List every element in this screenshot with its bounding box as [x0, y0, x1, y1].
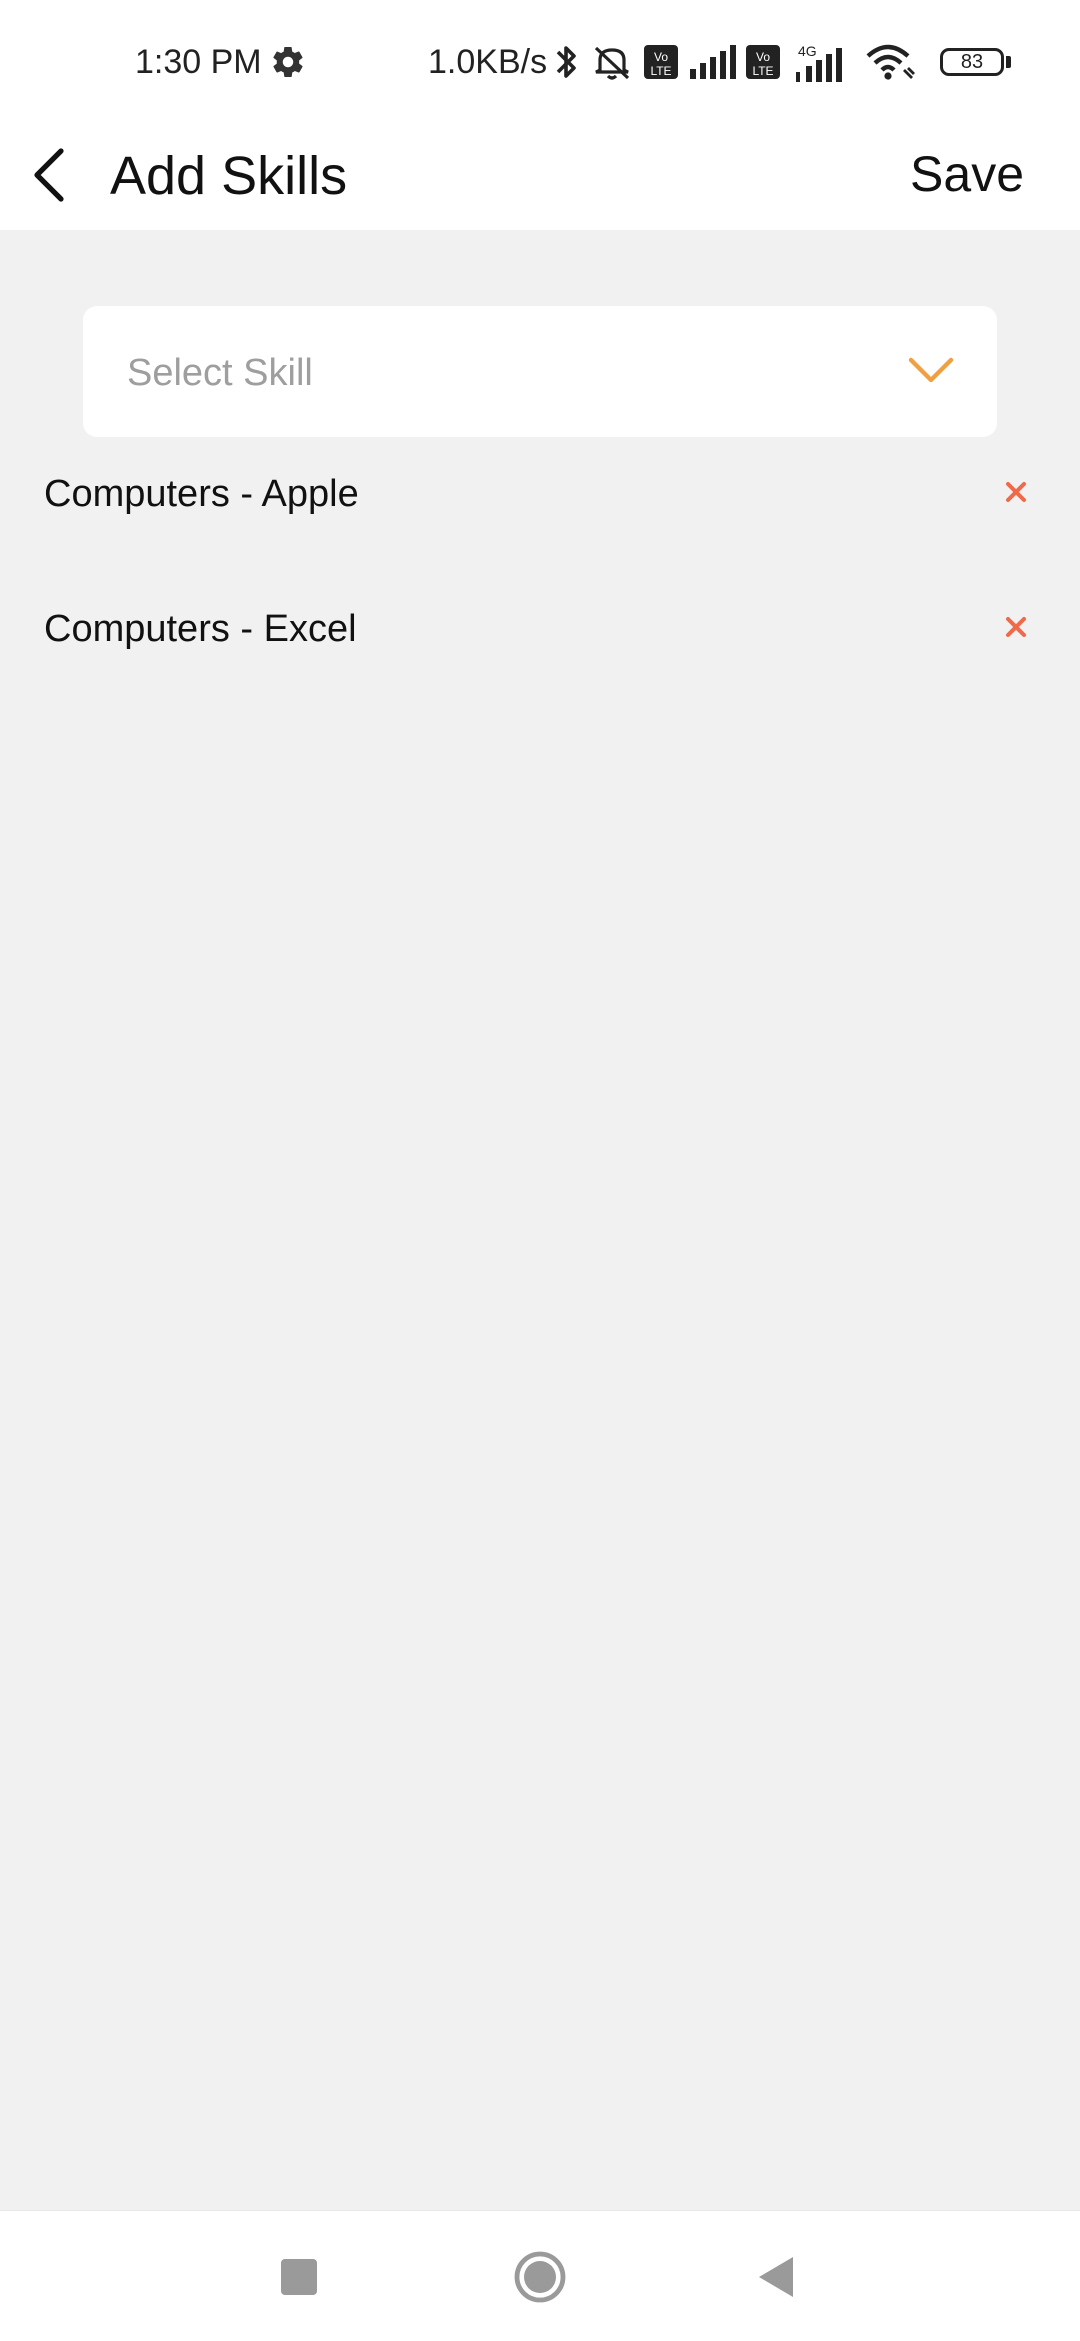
svg-text:LTE: LTE	[752, 64, 773, 78]
square-icon	[281, 2259, 317, 2295]
signal-4g-icon: 4G	[790, 42, 854, 82]
svg-text:4G: 4G	[798, 43, 817, 59]
wifi-icon	[864, 42, 916, 82]
select-skill-dropdown[interactable]: Select Skill	[83, 306, 997, 437]
home-button[interactable]	[509, 2246, 571, 2308]
triangle-back-icon	[759, 2257, 793, 2297]
skill-label: Computers - Apple	[44, 473, 359, 515]
app-header: Add Skills Save	[0, 120, 1080, 230]
network-speed: 1.0KB/s	[428, 43, 548, 81]
signal-icon	[688, 45, 736, 79]
select-skill-placeholder: Select Skill	[127, 352, 313, 394]
chevron-down-icon	[908, 357, 954, 383]
recents-button[interactable]	[268, 2246, 330, 2308]
status-time: 1:30 PM	[135, 43, 262, 81]
skill-label: Computers - Excel	[44, 608, 357, 650]
skill-item: Computers - Apple	[44, 464, 1034, 524]
chevron-left-icon	[34, 148, 64, 202]
back-button[interactable]	[14, 140, 84, 210]
battery-tip	[1006, 56, 1011, 68]
system-nav-bar	[0, 2210, 1080, 2341]
volte-icon: Vo LTE	[746, 45, 780, 79]
bluetooth-icon	[552, 42, 580, 82]
circle-icon	[514, 2251, 566, 2303]
svg-text:Vo: Vo	[654, 50, 668, 64]
remove-skill-icon[interactable]	[998, 609, 1034, 645]
svg-text:LTE: LTE	[650, 64, 671, 78]
battery-icon: 83	[940, 48, 1004, 76]
settings-icon	[273, 47, 303, 78]
status-icons: Vo LTE Vo LTE 4G	[552, 36, 916, 88]
remove-skill-icon[interactable]	[998, 474, 1034, 510]
silent-icon	[590, 42, 634, 82]
status-bar: 1:30 PM 1.0KB/s Vo LTE Vo LTE 4G 83	[0, 0, 1080, 120]
save-button[interactable]: Save	[910, 144, 1024, 204]
back-nav-button[interactable]	[746, 2246, 808, 2308]
skill-item: Computers - Excel	[44, 599, 1034, 659]
volte-icon: Vo LTE	[644, 45, 678, 79]
svg-text:Vo: Vo	[756, 50, 770, 64]
page-title: Add Skills	[110, 146, 348, 206]
